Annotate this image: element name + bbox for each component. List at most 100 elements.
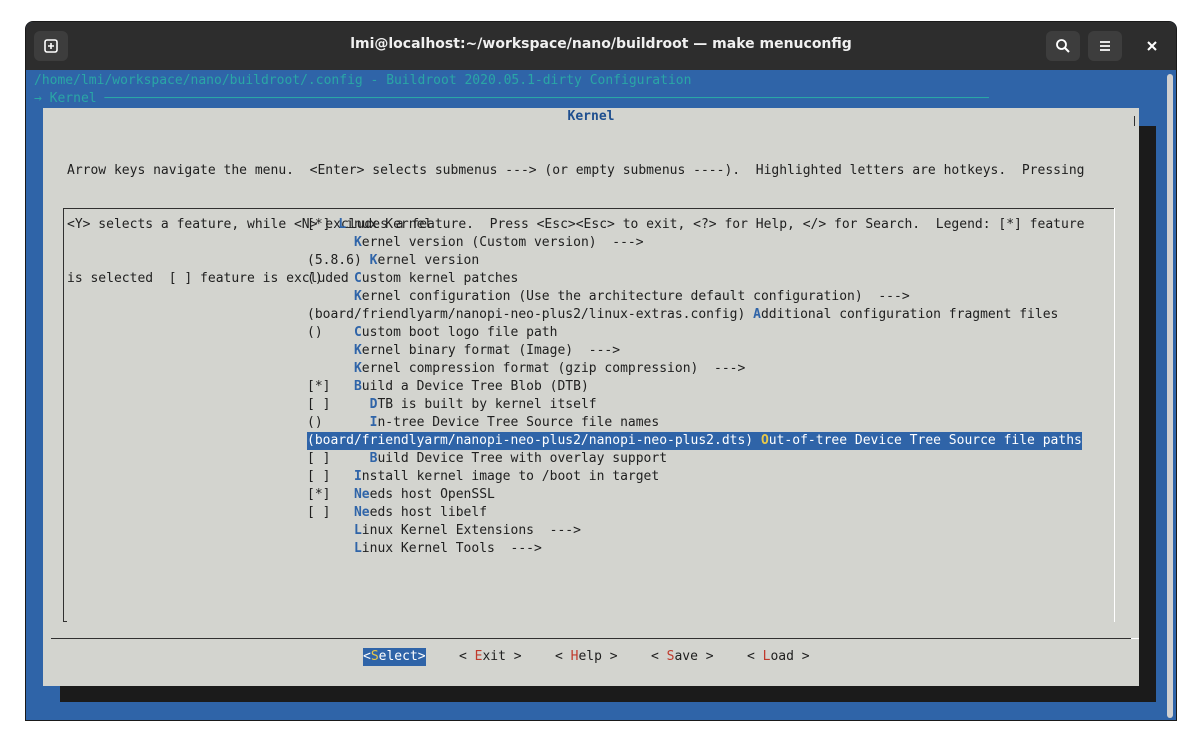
menu-item-hotkey: K — [353, 235, 362, 250]
button-label: ave > — [674, 649, 714, 664]
button-separator-end — [1131, 638, 1139, 639]
menu-item[interactable]: Kernel binary format (Image) ---> — [307, 342, 620, 360]
menu-item-label: inux Kernel — [346, 217, 433, 232]
menu-item-value: [*] — [307, 379, 354, 394]
menu-item-value — [307, 541, 354, 556]
menu-item-value: [*] — [307, 217, 339, 232]
menu-item[interactable]: [*] Build a Device Tree Blob (DTB) — [307, 378, 589, 396]
menu-item-label: eds host OpenSSL — [369, 487, 495, 502]
menu-item-hotkey: I — [353, 469, 362, 484]
button-hotkey: S — [370, 649, 379, 664]
menu-item-label: ustom kernel patches — [361, 271, 519, 286]
button-bracket: < — [555, 649, 571, 664]
menu-item-label: ernel configuration (Use the architectur… — [361, 289, 910, 304]
select-button[interactable]: <Select> — [363, 648, 426, 666]
menu-item-hotkey: K — [353, 289, 362, 304]
button-row: <Select> < Exit > < Help > < Save > < Load > — [43, 648, 1139, 666]
search-button[interactable] — [1046, 31, 1080, 61]
menu-item-value — [307, 523, 354, 538]
window-title: lmi@localhost:~/workspace/nano/buildroot… — [350, 36, 852, 52]
menu-item-hotkey: O — [760, 433, 769, 448]
menu-item-label: ernel version — [377, 253, 480, 268]
menu-item-label: ut-of-tree Device Tree Source file paths — [768, 433, 1082, 448]
scrollbar[interactable] — [1167, 74, 1173, 718]
menu-item-hotkey: L — [338, 217, 347, 232]
button-label: oad > — [770, 649, 810, 664]
hamburger-icon — [1100, 41, 1110, 51]
menu-item-label: ernel binary format (Image) ---> — [361, 343, 621, 358]
menu-item[interactable]: (5.8.6) Kernel version — [307, 252, 479, 270]
help-button[interactable]: < Help > — [555, 648, 618, 666]
menu-item-value: () — [307, 415, 370, 430]
terminal-window: lmi@localhost:~/workspace/nano/buildroot… — [25, 21, 1177, 721]
menu-item-value — [307, 289, 354, 304]
button-bracket: < — [363, 649, 371, 664]
menu-border-corner — [63, 621, 67, 622]
menu-item-value — [307, 235, 354, 250]
close-icon — [1147, 41, 1157, 51]
menu-item-hotkey: L — [353, 541, 362, 556]
menu-item[interactable]: () Custom kernel patches — [307, 270, 518, 288]
menu-item-hotkey: K — [353, 361, 362, 376]
menu-item-hotkey: C — [353, 325, 362, 340]
menu-border-top — [63, 208, 1115, 209]
titlebar: lmi@localhost:~/workspace/nano/buildroot… — [26, 22, 1176, 70]
menu-item-label: uild Device Tree with overlay support — [377, 451, 668, 466]
menu-item-value: () — [307, 325, 354, 340]
search-icon — [1056, 39, 1070, 53]
menu-item-selected[interactable]: (board/friendlyarm/nanopi-neo-plus2/nano… — [307, 432, 1082, 450]
exit-button[interactable]: < Exit > — [459, 648, 522, 666]
menu-item-value: () — [307, 271, 354, 286]
menu-button[interactable] — [1088, 31, 1122, 61]
menu-item-hotkey: B — [353, 379, 362, 394]
menu-item-label: inux Kernel Tools ---> — [361, 541, 542, 556]
menuconfig-dialog: Kernel Arrow keys navigate the menu. <En… — [43, 108, 1139, 686]
menu-item-label: ernel compression format (gzip compressi… — [361, 361, 746, 376]
menu-item-value — [307, 343, 354, 358]
button-label: elect> — [378, 649, 426, 664]
button-bracket: < — [459, 649, 475, 664]
menu-item[interactable]: () Custom boot logo file path — [307, 324, 557, 342]
menu-item-label: nstall kernel image to /boot in target — [361, 469, 660, 484]
menu-item[interactable]: [ ] Needs host libelf — [307, 504, 487, 522]
menu-item-value: [*] — [307, 487, 354, 502]
menu-item-label: n-tree Device Tree Source file names — [377, 415, 660, 430]
menu-item[interactable]: Linux Kernel Tools ---> — [307, 540, 542, 558]
menu-item-hotkey: A — [753, 307, 761, 322]
menu-item[interactable]: (board/friendlyarm/nanopi-neo-plus2/linu… — [307, 306, 1058, 324]
menu-item-value: [ ] — [307, 397, 370, 412]
menu-item-value: (board/friendlyarm/nanopi-neo-plus2/nano… — [307, 433, 761, 448]
breadcrumb-line: → Kernel ───────────────────────────────… — [34, 91, 989, 106]
menu-item[interactable]: [ ] Install kernel image to /boot in tar… — [307, 468, 659, 486]
menu-item[interactable]: () In-tree Device Tree Source file names — [307, 414, 659, 432]
menu-item[interactable]: Linux Kernel Extensions ---> — [307, 522, 581, 540]
menu-item-value — [307, 361, 354, 376]
menu-item[interactable]: Kernel compression format (gzip compress… — [307, 360, 745, 378]
menu-item-label: ernel version (Custom version) ---> — [361, 235, 644, 250]
menu-item-hotkey: C — [353, 271, 362, 286]
terminal-content[interactable]: /home/lmi/workspace/nano/buildroot/.conf… — [26, 70, 1166, 720]
menu-item-label: uild a Device Tree Blob (DTB) — [361, 379, 589, 394]
menu-item-value: (5.8.6) — [307, 253, 370, 268]
menu-item-label: ustom boot logo file path — [361, 325, 558, 340]
menu-item-value: [ ] — [307, 451, 370, 466]
menu-item-label: inux Kernel Extensions ---> — [361, 523, 581, 538]
menu-item[interactable]: [ ] DTB is built by kernel itself — [307, 396, 597, 414]
menu-item-hotkey: Ne — [353, 505, 370, 520]
menu-item[interactable]: [*] Linux Kernel — [307, 216, 432, 234]
menu-item[interactable]: [ ] Build Device Tree with overlay suppo… — [307, 450, 667, 468]
button-label: xit > — [482, 649, 522, 664]
menu-item-hotkey: Ne — [353, 487, 370, 502]
save-button[interactable]: < Save > — [651, 648, 714, 666]
load-button[interactable]: < Load > — [747, 648, 810, 666]
config-path-line: /home/lmi/workspace/nano/buildroot/.conf… — [34, 73, 692, 88]
menu-list: [*] Linux Kernel Kernel version (Custom … — [63, 208, 1115, 622]
menu-item[interactable]: Kernel configuration (Use the architectu… — [307, 288, 910, 306]
dialog-title: Kernel — [567, 109, 615, 124]
close-button[interactable] — [1142, 36, 1162, 56]
menu-item-label: dditional configuration fragment files — [760, 307, 1059, 322]
menu-item-label: TB is built by kernel itself — [377, 397, 597, 412]
menu-item[interactable]: [*] Needs host OpenSSL — [307, 486, 495, 504]
menu-item-hotkey: L — [353, 523, 362, 538]
menu-item[interactable]: Kernel version (Custom version) ---> — [307, 234, 644, 252]
